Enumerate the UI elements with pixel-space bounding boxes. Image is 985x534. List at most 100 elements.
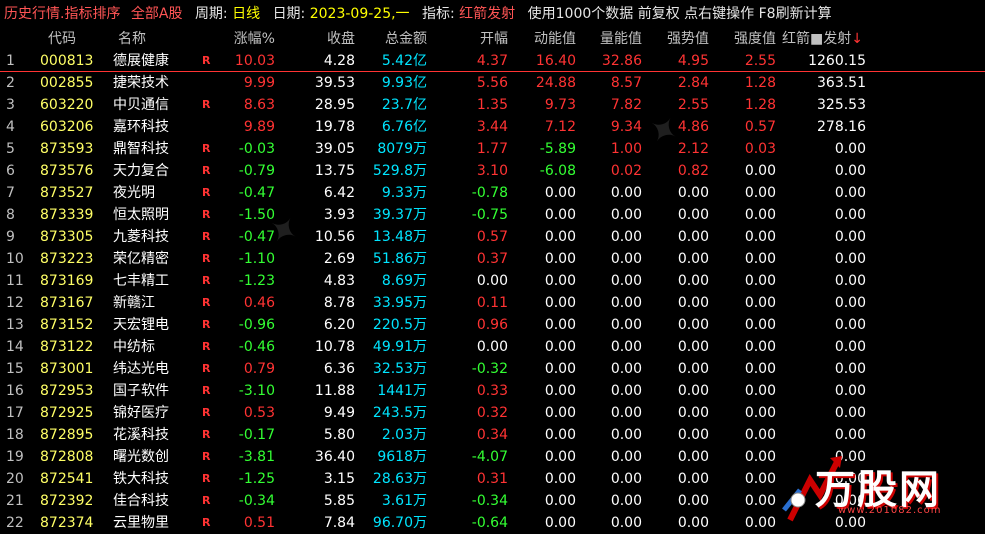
r-flag: R: [202, 340, 211, 353]
stock-code[interactable]: 873305: [40, 226, 100, 248]
volume-energy-value: 0.00: [610, 405, 642, 421]
stock-code[interactable]: 873122: [40, 336, 100, 358]
stock-name[interactable]: 铁大科技: [113, 468, 203, 490]
col-red-arrow-launch[interactable]: 红箭■发射↓: [782, 28, 863, 50]
col-intensity[interactable]: 强度值: [716, 28, 776, 50]
close-price: 3.93: [323, 207, 355, 223]
turnover-amount: 23.7亿: [381, 97, 427, 113]
col-code[interactable]: 代码: [48, 28, 108, 50]
stock-name[interactable]: 捷荣技术: [113, 72, 203, 94]
stock-name[interactable]: 国子软件: [113, 380, 203, 402]
table-row[interactable]: 4 603206 嘉环科技 9.89 19.78 6.76亿 3.44 7.12 9.34 4.8…: [0, 116, 985, 138]
r-flag: R: [202, 406, 211, 419]
col-volume-energy[interactable]: 量能值: [582, 28, 642, 50]
table-row[interactable]: 16 872953 国子软件 R -3.10 11.88 1441万 0.33 0.00 0.00…: [0, 380, 985, 402]
table-row[interactable]: 8 873339 恒太照明 R -1.50 3.93 39.37万 -0.75 0.00 0.00…: [0, 204, 985, 226]
table-row[interactable]: 10 873223 荣亿精密 R -1.10 2.69 51.86万 0.37 0.00 0.00…: [0, 248, 985, 270]
col-amount[interactable]: 总金额: [365, 28, 427, 50]
table-row[interactable]: 2 002855 捷荣技术 9.99 39.53 9.93亿 5.56 24.88 8.57 2.…: [0, 72, 985, 94]
col-open[interactable]: 开幅: [448, 28, 508, 50]
stock-name[interactable]: 七丰精工: [113, 270, 203, 292]
stock-name[interactable]: 新赣江: [113, 292, 203, 314]
strength-value: 0.00: [677, 383, 709, 399]
table-row[interactable]: 14 873122 中纺标 R -0.46 10.78 49.91万 0.00 0.00 0.00…: [0, 336, 985, 358]
stock-name[interactable]: 纬达光电: [113, 358, 203, 380]
row-index: 10: [6, 251, 24, 267]
stock-name[interactable]: 锦好医疗: [113, 402, 203, 424]
volume-energy-value: 0.00: [610, 251, 642, 267]
table-row[interactable]: 5 873593 鼎智科技 R -0.03 39.05 8079万 1.77 -5.89 1.00…: [0, 138, 985, 160]
stock-code[interactable]: 873527: [40, 182, 100, 204]
stock-name[interactable]: 恒太照明: [113, 204, 203, 226]
indicator-value[interactable]: 红箭发射: [459, 0, 515, 28]
intensity-value: 1.28: [744, 97, 776, 113]
open-pct: -0.75: [471, 207, 508, 223]
strength-value: 0.00: [677, 471, 709, 487]
close-price: 4.83: [323, 273, 355, 289]
stock-name[interactable]: 天力复合: [113, 160, 203, 182]
r-flag: R: [202, 208, 211, 221]
col-change-pct[interactable]: 涨幅%: [215, 28, 275, 50]
volume-energy-value: 0.00: [610, 295, 642, 311]
stock-code[interactable]: 873001: [40, 358, 100, 380]
col-close[interactable]: 收盘: [295, 28, 355, 50]
r-flag: R: [202, 164, 211, 177]
stock-code[interactable]: 603206: [40, 116, 100, 138]
stock-code[interactable]: 873339: [40, 204, 100, 226]
table-row[interactable]: 13 873152 天宏锂电 R -0.96 6.20 220.5万 0.96 0.00 0.00…: [0, 314, 985, 336]
stock-code[interactable]: 872374: [40, 512, 100, 534]
stock-code[interactable]: 872808: [40, 446, 100, 468]
stock-name[interactable]: 佳合科技: [113, 490, 203, 512]
stock-code[interactable]: 873223: [40, 248, 100, 270]
table-row[interactable]: 12 873167 新赣江 R 0.46 8.78 33.95万 0.11 0.00 0.00 0.…: [0, 292, 985, 314]
table-row[interactable]: 15 873001 纬达光电 R 0.79 6.36 32.53万 -0.32 0.00 0.00…: [0, 358, 985, 380]
stock-name[interactable]: 花溪科技: [113, 424, 203, 446]
stock-code[interactable]: 002855: [40, 72, 100, 94]
stock-code[interactable]: 872953: [40, 380, 100, 402]
table-row[interactable]: 3 603220 中贝通信 R 8.63 28.95 23.7亿 1.35 9.73 7.82 2.…: [0, 94, 985, 116]
col-name[interactable]: 名称: [118, 28, 208, 50]
table-row[interactable]: 1 000813 德展健康 R 10.03 4.28 5.42亿 4.37 16.40 32.86…: [0, 50, 985, 72]
stock-code[interactable]: 872541: [40, 468, 100, 490]
stock-code[interactable]: 000813: [40, 50, 100, 72]
stock-code[interactable]: 603220: [40, 94, 100, 116]
stock-code[interactable]: 872925: [40, 402, 100, 424]
r-flag: R: [202, 472, 211, 485]
table-row[interactable]: 18 872895 花溪科技 R -0.17 5.80 2.03万 0.34 0.00 0.00 0…: [0, 424, 985, 446]
stock-name[interactable]: 中贝通信: [113, 94, 203, 116]
momentum-value: 0.00: [544, 361, 576, 377]
stock-name[interactable]: 嘉环科技: [113, 116, 203, 138]
stock-code[interactable]: 873167: [40, 292, 100, 314]
stock-code[interactable]: 873576: [40, 160, 100, 182]
row-index: 3: [6, 97, 15, 113]
col-momentum[interactable]: 动能值: [516, 28, 576, 50]
period-value[interactable]: 日线: [232, 0, 260, 28]
stock-name[interactable]: 鼎智科技: [113, 138, 203, 160]
col-strength[interactable]: 强势值: [649, 28, 709, 50]
table-row[interactable]: 9 873305 九菱科技 R -0.47 10.56 13.48万 0.57 0.00 0.00…: [0, 226, 985, 248]
open-pct: 0.96: [476, 317, 508, 333]
date-value[interactable]: 2023-09-25,一: [310, 0, 410, 28]
stock-name[interactable]: 云里物里: [113, 512, 203, 534]
table-row[interactable]: 17 872925 锦好医疗 R 0.53 9.49 243.5万 0.32 0.00 0.00 0…: [0, 402, 985, 424]
stock-code[interactable]: 873152: [40, 314, 100, 336]
stock-name[interactable]: 荣亿精密: [113, 248, 203, 270]
table-row[interactable]: 11 873169 七丰精工 R -1.23 4.83 8.69万 0.00 0.00 0.00 0…: [0, 270, 985, 292]
turnover-amount: 33.95万: [372, 295, 427, 311]
stock-name[interactable]: 曙光数创: [113, 446, 203, 468]
stock-name[interactable]: 天宏锂电: [113, 314, 203, 336]
brand-url: www.201082.com: [838, 505, 942, 516]
stock-code[interactable]: 872895: [40, 424, 100, 446]
stock-name[interactable]: 中纺标: [113, 336, 203, 358]
strength-value: 0.00: [677, 361, 709, 377]
stock-code[interactable]: 873169: [40, 270, 100, 292]
table-row[interactable]: 7 873527 夜光明 R -0.47 6.42 9.33万 -0.78 0.00 0.00 0.…: [0, 182, 985, 204]
stock-name[interactable]: 夜光明: [113, 182, 203, 204]
stock-name[interactable]: 九菱科技: [113, 226, 203, 248]
table-row[interactable]: 6 873576 天力复合 R -0.79 13.75 529.8万 3.10 -6.08 0.0…: [0, 160, 985, 182]
stock-name[interactable]: 德展健康: [113, 50, 203, 72]
volume-energy-value: 0.00: [610, 515, 642, 531]
stock-code[interactable]: 872392: [40, 490, 100, 512]
market-scope[interactable]: 全部A股: [131, 0, 183, 28]
stock-code[interactable]: 873593: [40, 138, 100, 160]
